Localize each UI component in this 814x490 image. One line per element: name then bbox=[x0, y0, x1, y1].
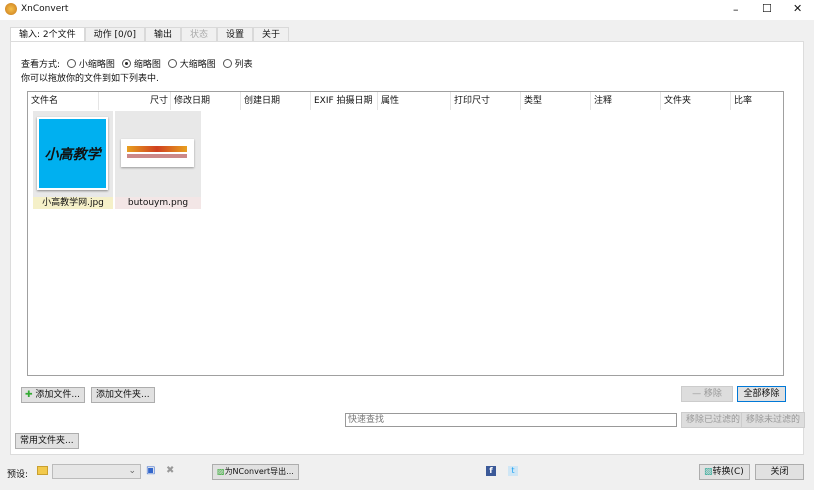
tab-settings[interactable]: 设置 bbox=[217, 27, 254, 42]
remove-unfiltered-button[interactable]: 移除未过滤的 bbox=[741, 412, 806, 428]
column-header[interactable]: 创建日期 bbox=[241, 92, 311, 110]
tab-output[interactable]: 输出 bbox=[145, 27, 182, 42]
file-list[interactable]: 文件名 尺寸 修改日期 创建日期 EXIF 拍摄日期 属性 打印尺寸 类型 注释… bbox=[27, 91, 784, 376]
facebook-icon[interactable]: f bbox=[486, 466, 496, 476]
add-folder-button[interactable]: 添加文件夹... bbox=[91, 387, 155, 403]
button-label: 转换(C) bbox=[712, 467, 744, 477]
button-label: 为NConvert导出... bbox=[224, 467, 294, 476]
delete-icon[interactable]: ✖ bbox=[166, 465, 174, 476]
thumbnail-image bbox=[121, 139, 194, 167]
column-header[interactable]: 打印尺寸 bbox=[451, 92, 521, 110]
convert-button[interactable]: ▧转换(C) bbox=[699, 464, 750, 480]
view-mode: 查看方式: 小缩略图 缩略图 大缩略图 列表 bbox=[21, 57, 253, 70]
radio-label: 列表 bbox=[234, 60, 253, 70]
radio-label: 小缩略图 bbox=[78, 60, 115, 70]
plus-icon: ✚ bbox=[25, 390, 33, 400]
common-folders-button[interactable]: 常用文件夹... bbox=[15, 433, 79, 449]
thumbnail-image: 小高教学网 bbox=[37, 117, 108, 190]
file-name: 小高教学网.jpg bbox=[33, 197, 113, 209]
button-label: 添加文件... bbox=[35, 390, 81, 400]
tab-status[interactable]: 状态 bbox=[181, 27, 218, 42]
minimize-button[interactable]: – bbox=[733, 3, 739, 16]
twitter-icon[interactable]: t bbox=[508, 466, 518, 476]
radio-label: 大缩略图 bbox=[179, 60, 216, 70]
window-title: XnConvert bbox=[21, 4, 69, 14]
export-nconvert-button[interactable]: ▨为NConvert导出... bbox=[212, 464, 299, 480]
column-header[interactable]: 文件夹 bbox=[661, 92, 731, 110]
radio-thumbs[interactable] bbox=[121, 59, 131, 68]
remove-button[interactable]: — 移除 bbox=[681, 386, 733, 402]
preset-label: 预设: bbox=[7, 470, 29, 480]
radio-label: 缩略图 bbox=[133, 60, 161, 70]
remove-all-button[interactable]: 全部移除 bbox=[737, 386, 786, 402]
folder-icon[interactable] bbox=[37, 466, 48, 475]
column-header[interactable]: 类型 bbox=[521, 92, 591, 110]
remove-filtered-button[interactable]: 移除已过滤的 bbox=[681, 412, 746, 428]
title-bar: XnConvert – ☐ ✕ bbox=[0, 0, 814, 20]
column-header[interactable]: 尺寸 bbox=[99, 92, 171, 110]
close-dialog-button[interactable]: 关闭 bbox=[755, 464, 804, 480]
radio-list[interactable] bbox=[222, 59, 232, 68]
save-icon[interactable]: ▣ bbox=[146, 465, 155, 476]
radio-small-thumbs[interactable] bbox=[66, 59, 76, 68]
tab-about[interactable]: 关于 bbox=[253, 27, 290, 42]
column-header[interactable]: EXIF 拍摄日期 bbox=[311, 92, 378, 110]
close-button[interactable]: ✕ bbox=[793, 2, 802, 15]
file-thumbnail[interactable]: 小高教学网 小高教学网.jpg bbox=[33, 111, 114, 209]
file-name: butouym.png bbox=[115, 197, 201, 209]
radio-large-thumbs[interactable] bbox=[167, 59, 177, 68]
column-header[interactable]: 修改日期 bbox=[171, 92, 241, 110]
tab-actions[interactable]: 动作 [0/0] bbox=[84, 27, 145, 42]
view-label: 查看方式: bbox=[21, 60, 61, 70]
convert-icon: ▧ bbox=[704, 467, 713, 477]
column-header[interactable]: 比率 bbox=[731, 92, 784, 110]
add-files-button[interactable]: ✚ 添加文件... bbox=[21, 387, 86, 403]
chevron-down-icon: ⌄ bbox=[128, 466, 136, 476]
column-header[interactable]: 注释 bbox=[591, 92, 661, 110]
file-thumbnail[interactable]: butouym.png bbox=[115, 111, 202, 209]
quick-search-input[interactable] bbox=[345, 413, 677, 427]
tab-bar: 输入: 2个文件 动作 [0/0] 输出 状态 设置 关于 bbox=[10, 27, 290, 43]
column-header[interactable]: 文件名 bbox=[28, 92, 99, 110]
drop-hint: 你可以拖放你的文件到如下列表中. bbox=[21, 74, 159, 84]
column-header[interactable]: 属性 bbox=[378, 92, 451, 110]
preset-select[interactable]: ⌄ bbox=[52, 464, 141, 479]
app-logo-icon bbox=[5, 3, 17, 15]
export-icon: ▨ bbox=[217, 467, 225, 476]
maximize-button[interactable]: ☐ bbox=[762, 2, 772, 15]
